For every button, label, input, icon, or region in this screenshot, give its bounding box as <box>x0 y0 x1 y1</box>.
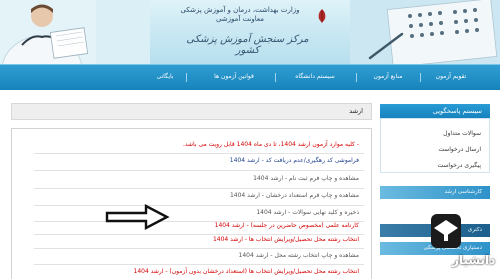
list-item-registration-form[interactable]: مشاهده و چاپ فرم ثبت نام - ارشد 1404 <box>253 174 359 184</box>
support-system-header: سیستم پاسخگویی <box>380 104 490 118</box>
ministry-line: وزارت بهداشت، درمان و آموزش پزشکی <box>180 6 300 14</box>
center-title: مرکز سنجش آموزش پزشکی کشور <box>186 34 309 56</box>
masters-tile[interactable]: کارشناسی ارشد <box>380 186 490 199</box>
doctor-illustration <box>0 0 150 64</box>
list-item-availability-notice[interactable]: - کلیه موارد آزمون ارشد 1404، تا دی ماه … <box>183 140 359 150</box>
nav-divider <box>356 73 357 82</box>
arrow-right-icon <box>105 204 170 230</box>
track-request-link[interactable]: پیگیری درخواست <box>438 161 481 171</box>
nav-exam-calendar[interactable]: تقویم آزمون <box>427 71 475 83</box>
watermark-brand: دانشیار <box>452 253 496 267</box>
list-item-talent-form[interactable]: مشاهده و چاپ فرم استعداد درخشان - ارشد 1… <box>230 191 359 201</box>
nav-university-system[interactable]: سیستم دانشگاه <box>282 71 348 83</box>
list-divider <box>34 248 364 249</box>
list-item-talent-field-selection[interactable]: انتخاب رشته محل تحصیل/ویرایش انتخاب ها (… <box>134 267 359 277</box>
section-header: ارشد <box>11 103 372 120</box>
nav-divider <box>420 73 421 82</box>
iran-emblem-icon <box>318 9 326 23</box>
nav-archive[interactable]: بایگانی <box>147 71 183 83</box>
list-item-scorecard[interactable]: کارنامه علمی (مخصوص حاضرین در جلسه) - ار… <box>215 221 359 231</box>
list-divider <box>34 264 364 265</box>
ministry-caption: وزارت بهداشت، درمان و آموزش پزشکی معاونت… <box>170 6 310 24</box>
nav-divider <box>186 73 187 82</box>
list-divider <box>34 170 364 171</box>
header-banner: وزارت بهداشت، درمان و آموزش پزشکی معاونت… <box>0 0 500 64</box>
watermark-site: daneshyar <box>452 268 479 274</box>
list-divider <box>34 188 364 189</box>
send-request-link[interactable]: ارسال درخواست <box>438 145 481 155</box>
list-divider <box>34 205 364 206</box>
list-item-field-selection[interactable]: انتخاب رشته محل تحصیل/ویرایش انتخاب ها -… <box>213 235 359 245</box>
list-divider <box>34 153 364 154</box>
section-title: ارشد <box>349 107 363 115</box>
list-item-tracking-code[interactable]: فراموشی کد رهگیری/عدم دریافت کد - ارشد 1… <box>230 156 359 166</box>
answer-sheet-illustration <box>350 0 500 64</box>
nav-exam-resources[interactable]: منابع آزمون <box>360 71 416 83</box>
support-links-panel: سوالات متداول ارسال درخواست پیگیری درخوا… <box>380 118 490 173</box>
main-navigation: تقویم آزمون منابع آزمون سیستم دانشگاه قو… <box>0 64 500 90</box>
nav-divider <box>275 73 276 82</box>
nav-exam-rules[interactable]: قوانین آزمون ها <box>202 71 266 83</box>
announcement-list: - کلیه موارد آزمون ارشد 1404، تا دی ماه … <box>11 128 372 279</box>
faq-link[interactable]: سوالات متداول <box>443 129 481 139</box>
deputy-line: معاونت آموزشی <box>215 15 265 23</box>
list-item-answer-key[interactable]: ذخیره و کلید نهایی سوالات - ارشد 1404 <box>256 208 359 218</box>
list-item-field-selection-print[interactable]: مشاهده و چاپ انتخاب رشته محل - ارشد 1404 <box>239 251 359 261</box>
